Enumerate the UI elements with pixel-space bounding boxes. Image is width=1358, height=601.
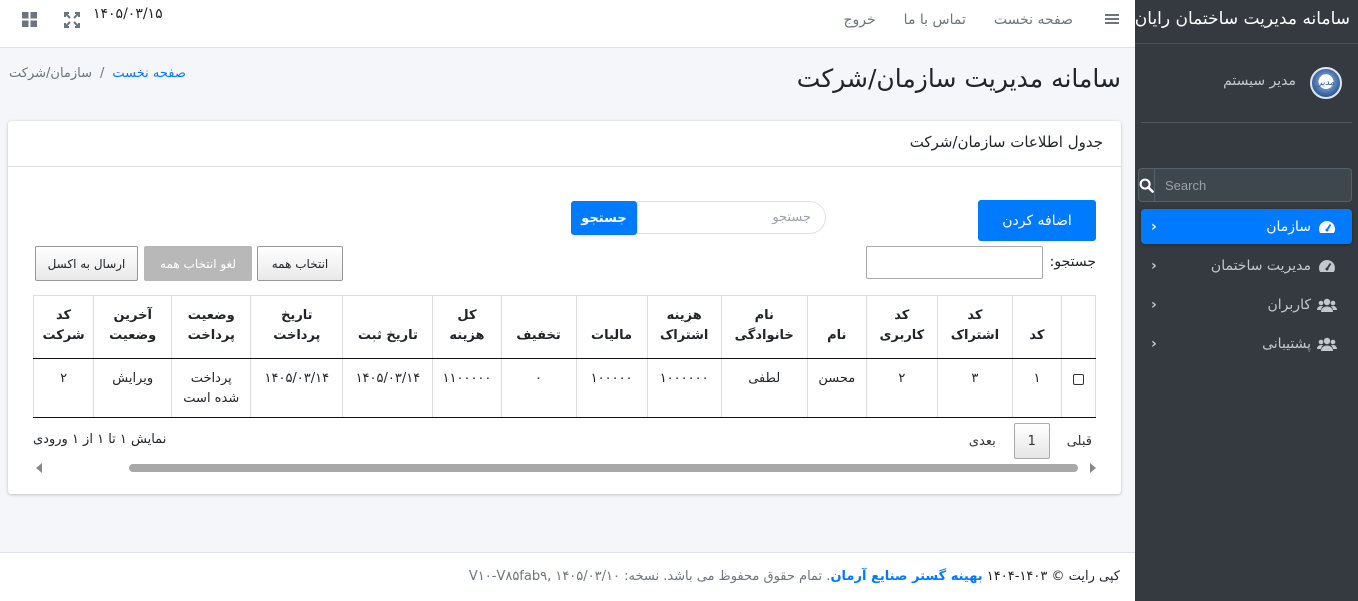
add-button[interactable]: اضافه کردن [978,200,1096,241]
sidebar-item-organization[interactable]: سازمان ‹ [1141,209,1352,244]
chevron-left-icon: ‹ [1151,335,1157,352]
table-cell: ۳ [936,358,1013,418]
user-panel: مدیر مدیر سیستم [1141,44,1352,123]
table-cell: ۰ [500,358,577,418]
sidebar-item-label: کاربران [1267,296,1311,313]
search-input[interactable] [637,201,826,234]
sidebar-item-label: سازمان [1266,218,1311,235]
table-cell: ۱۴۰۵/۰۳/۱۴ [250,358,343,418]
tachometer-icon [1317,220,1337,234]
table-cell: محسن [806,358,867,418]
top-links: صفحه نخست تماس با ما خروج [843,12,1073,28]
table-cell: ۱۰۰۰۰۰ [575,358,648,418]
card-title: جدول اطلاعات سازمان/شرکت [8,121,1121,167]
column-header[interactable]: آخرین وضعیت [93,295,172,359]
column-header[interactable]: تاریخ ثبت [342,295,433,359]
table-cell: ۱۱۰۰۰۰۰ [432,358,501,418]
column-header[interactable]: کد [1011,295,1062,359]
footer-rights: . تمام حقوق محفوظ می باشد. نسخه: ۱۴۰۵/۰۳… [468,569,831,584]
search-button[interactable]: جستجو [571,201,637,235]
column-header[interactable]: کد شرکت [32,295,94,359]
pagination-page[interactable]: 1 [1013,423,1050,459]
column-header[interactable]: نام خانوادگی [720,295,808,359]
footer: کپی رایت © ۱۴۰۳-۱۴۰۴ بهینه گستر صنایع آر… [0,552,1135,601]
column-header[interactable]: کد کاربری [865,295,938,359]
horizontal-scrollbar[interactable] [36,462,1096,474]
sidebar-item-support[interactable]: پشتیبانی ‹ [1141,326,1352,361]
scrollbar-thumb[interactable] [129,464,1078,472]
sidebar-item-label: پشتیبانی [1262,335,1311,352]
sidebar-item-users[interactable]: کاربران ‹ [1141,287,1352,322]
fullscreen-expand-icon[interactable] [64,12,80,32]
filter-label: جستجو: [1049,254,1096,270]
column-header-select[interactable] [1060,295,1097,359]
chevron-left-icon: ‹ [1151,296,1157,313]
table-cell: ۱ [1011,358,1062,418]
table-cell: ۱۴۰۵/۰۳/۱۴ [342,358,433,418]
table-filter-input[interactable] [866,246,1043,279]
nav-link-logout[interactable]: خروج [843,12,875,28]
sidebar: سامانه مدیریت ساختمان رایان مدیر مدیر سی… [1135,0,1358,601]
table-header-row: کد کد اشتراک کد کاربری نام نام خانوادگی هزی… [32,295,1097,359]
nav-link-contact[interactable]: تماس با ما [904,12,966,28]
column-header[interactable]: تخفیف [500,295,577,359]
select-all-button[interactable]: انتخاب همه [257,246,343,281]
organization-table: کد کد اشتراک کد کاربری نام نام خانوادگی هزی… [32,295,1097,418]
table-cell: ۲ [32,358,94,418]
user-name[interactable]: مدیر سیستم [1223,73,1296,89]
tachometer-icon [1317,259,1337,273]
column-header[interactable]: نام [806,295,867,359]
deselect-all-button[interactable]: لغو انتخاب همه [144,246,252,281]
footer-company-link[interactable]: بهینه گستر صنایع آرمان [830,569,982,584]
breadcrumb-home[interactable]: صفحه نخست [112,66,185,81]
table-cell: ۲ [865,358,938,418]
column-header[interactable]: تاریخ پرداخت [250,295,343,359]
sidebar-item-building-management[interactable]: مدیریت ساختمان ‹ [1141,248,1352,283]
column-header[interactable]: هزینه اشتراک [646,295,722,359]
organization-card: جدول اطلاعات سازمان/شرکت اضافه کردن جستج… [8,121,1121,494]
sidebar-search-input[interactable] [1155,168,1352,202]
pagination: قبلی 1 بعدی [969,423,1092,459]
column-header[interactable]: مالیات [575,295,648,359]
search-icon [1139,178,1154,193]
breadcrumb: صفحه نخست / سازمان/شرکت [9,66,186,81]
table-cell: لطفی [720,358,808,418]
current-date: ۱۴۰۵/۰۳/۱۵ [93,6,163,22]
table-cell: پرداخت شده است [171,358,251,418]
table-cell: ۱۰۰۰۰۰۰ [646,358,722,418]
brand-title[interactable]: سامانه مدیریت ساختمان رایان [1135,0,1358,44]
nav-link-home[interactable]: صفحه نخست [994,12,1073,28]
column-header[interactable]: کد اشتراک [936,295,1013,359]
export-excel-button[interactable]: ارسال به اکسل [35,246,138,281]
sidebar-nav: سازمان ‹ مدیریت ساختمان ‹ کاربران ‹ پشتی… [1141,209,1352,361]
sidebar-item-label: مدیریت ساختمان [1210,257,1311,274]
avatar[interactable]: مدیر [1310,67,1342,99]
column-header[interactable]: کل هزینه [432,295,501,359]
breadcrumb-separator: / [100,66,105,81]
table-row[interactable]: ۱ ۳ ۲ محسن لطفی ۱۰۰۰۰۰۰ ۱۰۰۰۰۰ ۰ ۱۱۰۰۰۰۰… [32,358,1097,418]
row-checkbox[interactable] [1072,374,1084,385]
pagination-previous[interactable]: قبلی [1067,434,1092,449]
breadcrumb-current: سازمان/شرکت [9,66,93,81]
hamburger-menu-icon[interactable] [1105,12,1119,30]
scroll-right-arrow[interactable] [1090,463,1096,473]
grid-icon[interactable] [22,12,37,31]
users-icon [1317,298,1337,312]
avatar-text: مدیر [1317,78,1335,88]
page-title: سامانه مدیریت سازمان/شرکت [796,64,1121,93]
top-navbar: صفحه نخست تماس با ما خروج ۱۴۰۵/۰۳/۱۵ [0,0,1135,48]
table-info: نمایش ۱ تا ۱ از ۱ ورودی [33,432,167,447]
sidebar-search-button[interactable] [1138,168,1155,202]
edit-link[interactable]: ویرایش [93,358,172,418]
column-header[interactable]: وضعیت پرداخت [171,295,251,359]
footer-copyright: کپی رایت © ۱۴۰۳-۱۴۰۴ [986,569,1120,584]
users-icon [1317,337,1337,351]
scroll-left-arrow[interactable] [36,463,42,473]
chevron-left-icon: ‹ [1151,257,1157,274]
chevron-left-icon: ‹ [1151,218,1157,235]
sidebar-search [1138,168,1352,202]
pagination-next[interactable]: بعدی [969,434,996,449]
row-select-cell[interactable] [1060,358,1097,418]
